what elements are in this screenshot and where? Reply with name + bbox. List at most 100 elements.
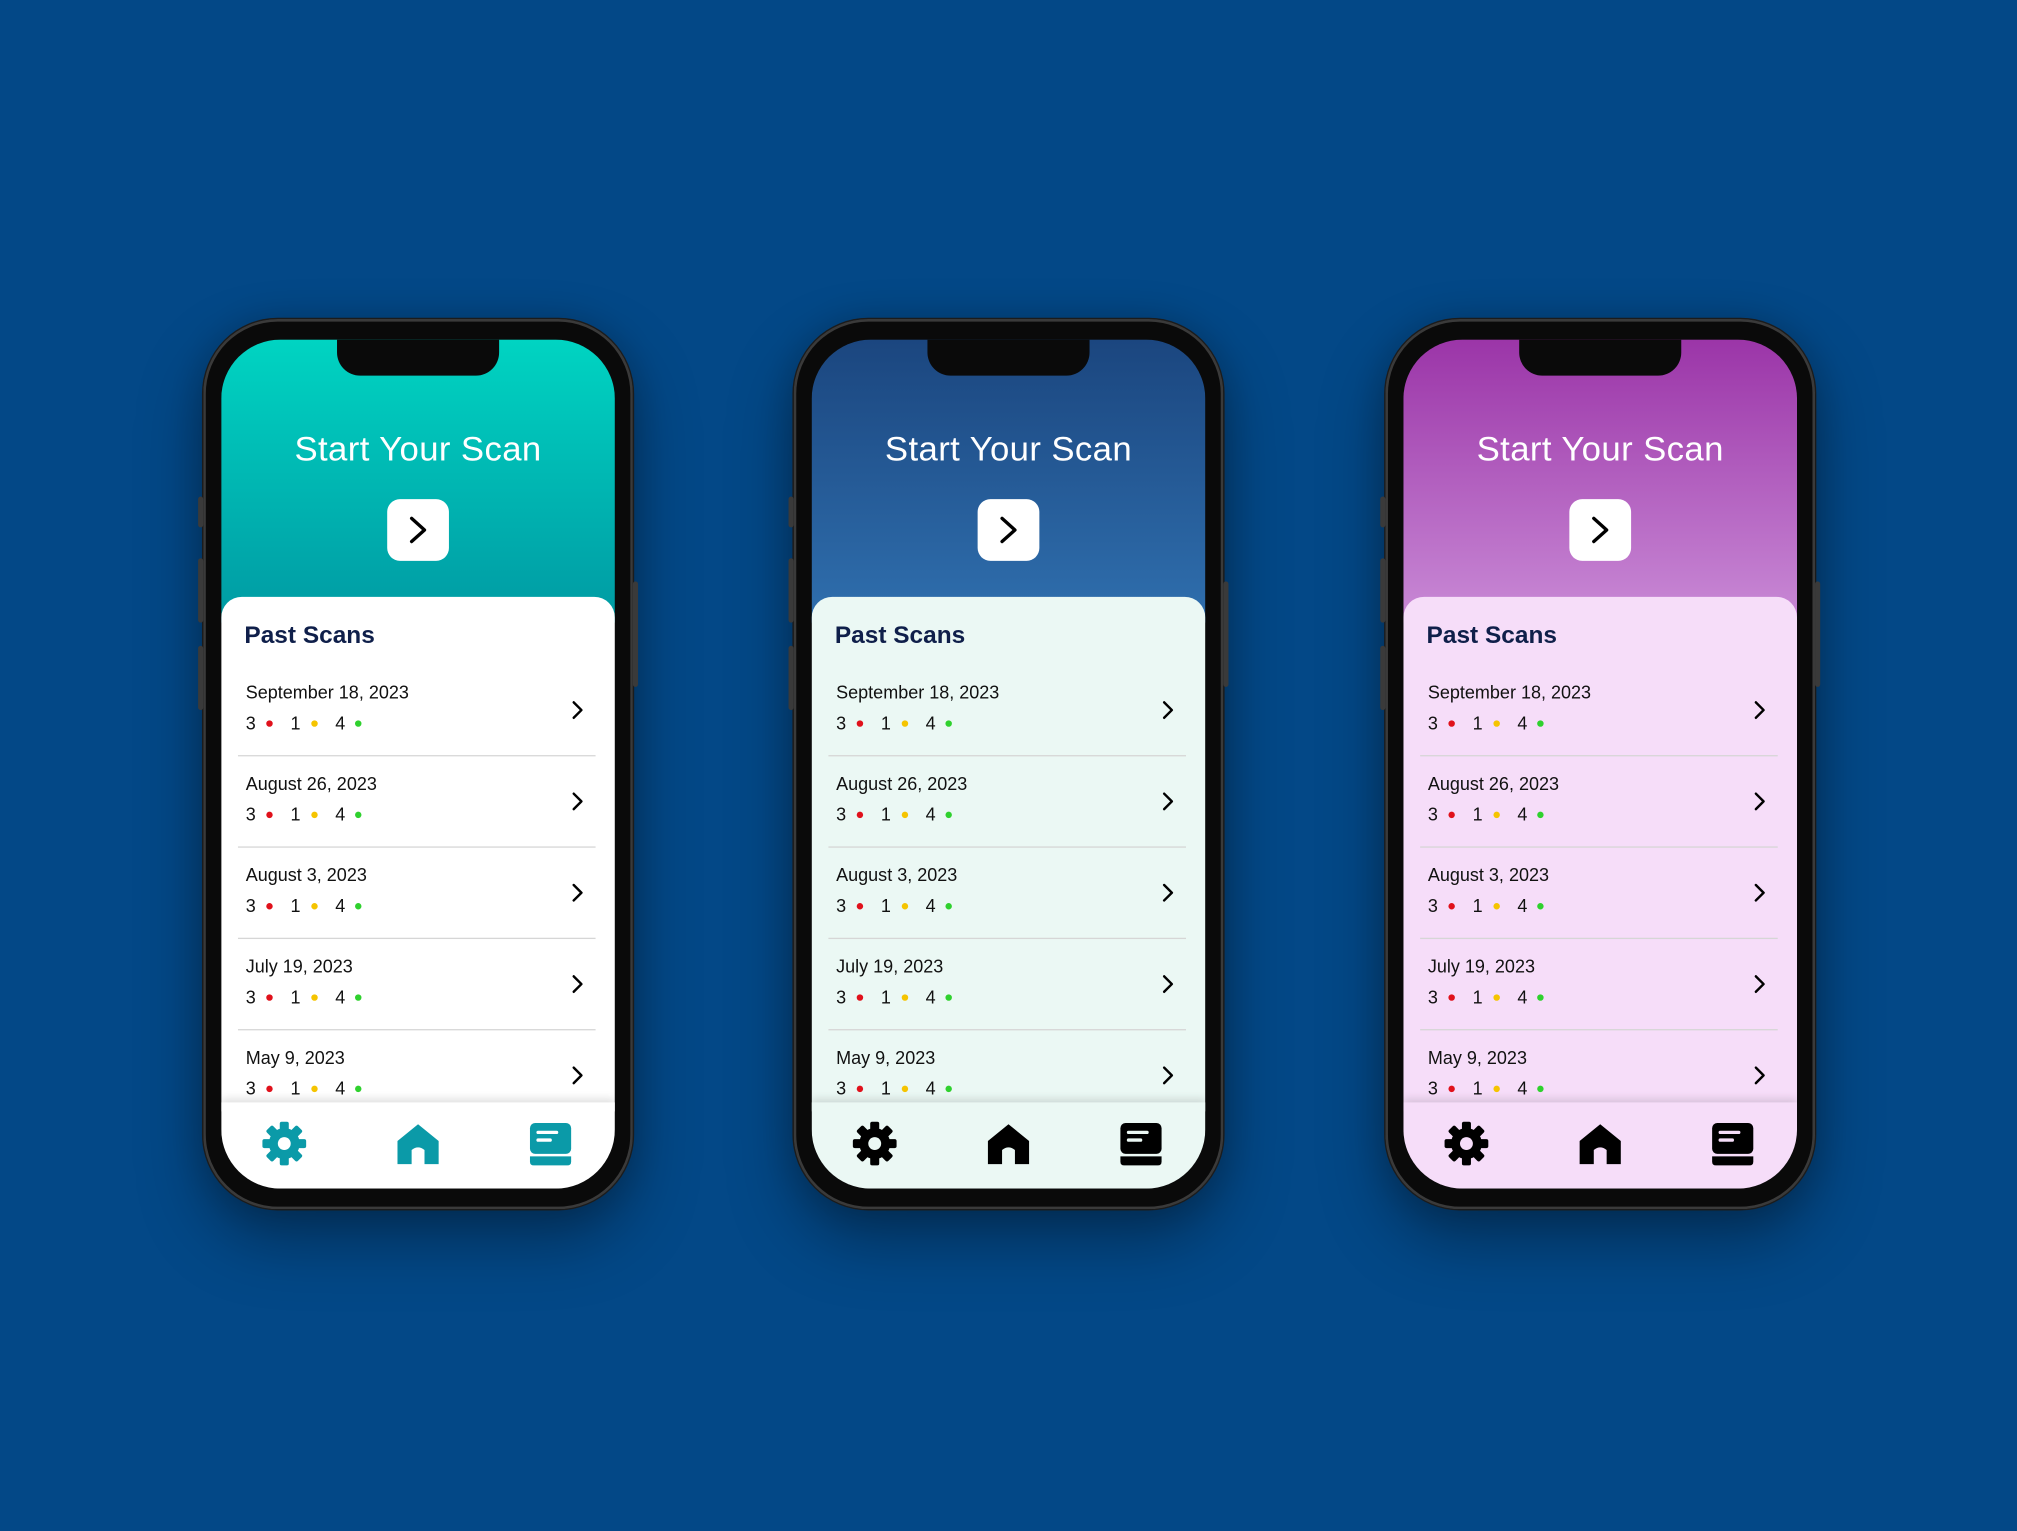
stat-green-count: 4 bbox=[335, 1077, 346, 1099]
stat-green: 4 bbox=[335, 804, 362, 825]
status-dot-green bbox=[945, 1085, 953, 1092]
stat-green: 4 bbox=[1517, 713, 1545, 733]
scan-row[interactable]: July 19, 2023 3 1 4 bbox=[1420, 939, 1778, 1031]
hero-title: Start Your Scan bbox=[884, 429, 1133, 469]
phone-side-button bbox=[788, 496, 794, 528]
scan-stats: 3 1 4 bbox=[1428, 1078, 1562, 1099]
scan-stats: 3 1 4 bbox=[246, 1078, 380, 1099]
scan-date: July 19, 2023 bbox=[836, 955, 944, 977]
stat-green: 4 bbox=[1517, 986, 1545, 1008]
tab-history[interactable] bbox=[1707, 1118, 1758, 1169]
scan-stats: 3 1 4 bbox=[836, 895, 970, 916]
tab-history[interactable] bbox=[1115, 1118, 1166, 1169]
start-scan-button[interactable] bbox=[387, 499, 449, 561]
stat-green-count: 4 bbox=[1517, 1077, 1528, 1099]
scan-row[interactable]: July 19, 2023 3 1 4 bbox=[237, 939, 596, 1031]
hero bbox=[811, 339, 1206, 623]
status-dot-yellow bbox=[1492, 993, 1500, 1001]
stat-red: 3 bbox=[836, 804, 863, 825]
scan-date: August 26, 2023 bbox=[245, 773, 377, 794]
past-scans-title: Past Scans bbox=[244, 622, 375, 650]
scan-row[interactable]: August 26, 2023 3 1 4 bbox=[237, 756, 596, 848]
start-scan-button[interactable] bbox=[1569, 499, 1632, 561]
stat-yellow: 1 bbox=[881, 895, 908, 916]
notch bbox=[927, 339, 1090, 376]
status-dot-yellow bbox=[901, 811, 908, 818]
tab-home[interactable] bbox=[983, 1118, 1034, 1169]
status-dot-green bbox=[1537, 811, 1545, 818]
status-dot-red bbox=[266, 811, 273, 818]
scan-row[interactable]: August 3, 2023 3 1 4 bbox=[237, 848, 596, 940]
scan-stats: 3 1 4 bbox=[1428, 712, 1562, 734]
stat-red: 3 bbox=[836, 986, 863, 1008]
stat-yellow: 1 bbox=[881, 804, 908, 825]
tab-settings[interactable] bbox=[1441, 1118, 1492, 1169]
stat-green-count: 4 bbox=[925, 1077, 936, 1099]
scan-row[interactable]: August 26, 2023 3 1 4 bbox=[828, 756, 1187, 848]
stat-yellow: 1 bbox=[290, 1078, 318, 1099]
chevron-right-icon bbox=[567, 1064, 588, 1087]
status-dot-yellow bbox=[310, 811, 318, 818]
status-dot-yellow bbox=[310, 993, 318, 1001]
tab-settings[interactable] bbox=[259, 1118, 310, 1169]
tab-settings[interactable] bbox=[849, 1118, 900, 1169]
phone-side-button bbox=[198, 558, 204, 623]
phone-side-button bbox=[788, 558, 794, 623]
phone-side-button bbox=[1380, 558, 1386, 623]
stat-red-count: 3 bbox=[245, 895, 256, 916]
stat-green-count: 4 bbox=[335, 803, 346, 825]
scan-stats: 3 1 4 bbox=[1428, 986, 1562, 1008]
scan-row[interactable]: August 3, 2023 3 1 4 bbox=[828, 848, 1187, 940]
scan-row[interactable]: September 18, 2023 3 1 4 bbox=[237, 665, 596, 757]
stat-yellow: 1 bbox=[290, 987, 318, 1007]
status-dot-green bbox=[355, 993, 362, 1001]
scan-row[interactable]: August 26, 2023 3 1 4 bbox=[1420, 756, 1778, 848]
tab-home[interactable] bbox=[1574, 1118, 1625, 1169]
stat-red: 3 bbox=[246, 1078, 273, 1099]
screen: Start Your Scan Past Scans September 18,… bbox=[811, 339, 1206, 1189]
gear-icon bbox=[849, 1121, 900, 1174]
phone-side-button bbox=[198, 645, 204, 711]
scan-list: September 18, 2023 3 1 4 August 26, 2023 3 1 4 A… bbox=[237, 665, 596, 1122]
stat-yellow-count: 1 bbox=[1472, 712, 1483, 734]
chevron-right-icon bbox=[1749, 1064, 1770, 1087]
phone-navy: Start Your Scan Past Scans September 18,… bbox=[788, 319, 1229, 1210]
scan-date: May 9, 2023 bbox=[836, 1047, 936, 1068]
phone-teal: Start Your Scan Past Scans September 18,… bbox=[198, 319, 639, 1210]
stat-green: 4 bbox=[926, 895, 953, 916]
status-dot-red bbox=[856, 902, 863, 909]
scan-row[interactable]: September 18, 2023 3 1 4 bbox=[828, 665, 1187, 757]
status-dot-red bbox=[856, 1085, 863, 1092]
home-icon bbox=[392, 1124, 443, 1174]
stat-red-count: 3 bbox=[836, 986, 847, 1008]
start-scan-button[interactable] bbox=[977, 499, 1040, 561]
stat-yellow-count: 1 bbox=[1472, 1077, 1483, 1099]
stat-green-count: 4 bbox=[1517, 986, 1528, 1008]
tab-bar bbox=[221, 1102, 615, 1189]
scan-date: September 18, 2023 bbox=[836, 681, 1000, 703]
tab-home[interactable] bbox=[392, 1118, 443, 1169]
past-scans-title: Past Scans bbox=[834, 622, 966, 650]
scan-row[interactable]: September 18, 2023 3 1 4 bbox=[1420, 665, 1778, 757]
stat-yellow: 1 bbox=[1473, 895, 1500, 916]
chevron-right-icon bbox=[1158, 1064, 1179, 1087]
tab-history[interactable] bbox=[525, 1118, 576, 1169]
status-dot-yellow bbox=[901, 993, 908, 1001]
status-dot-green bbox=[1537, 902, 1545, 909]
scan-row[interactable]: July 19, 2023 3 1 4 bbox=[828, 939, 1187, 1031]
stat-green: 4 bbox=[926, 804, 953, 825]
scan-row[interactable]: August 3, 2023 3 1 4 bbox=[1420, 848, 1778, 940]
stat-yellow-count: 1 bbox=[880, 986, 891, 1008]
stat-green: 4 bbox=[926, 713, 953, 733]
stat-yellow-count: 1 bbox=[1472, 895, 1483, 916]
stat-yellow: 1 bbox=[1473, 1078, 1500, 1099]
scan-stats: 3 1 4 bbox=[246, 713, 380, 733]
scan-date: August 26, 2023 bbox=[1427, 773, 1560, 794]
hero-title: Start Your Scan bbox=[1476, 429, 1724, 469]
stat-red-count: 3 bbox=[836, 803, 847, 825]
stat-red: 3 bbox=[1428, 987, 1455, 1007]
stat-yellow-count: 1 bbox=[1472, 803, 1483, 825]
status-dot-red bbox=[1448, 811, 1455, 818]
stat-green-count: 4 bbox=[925, 986, 936, 1008]
stat-red-count: 3 bbox=[245, 986, 256, 1008]
